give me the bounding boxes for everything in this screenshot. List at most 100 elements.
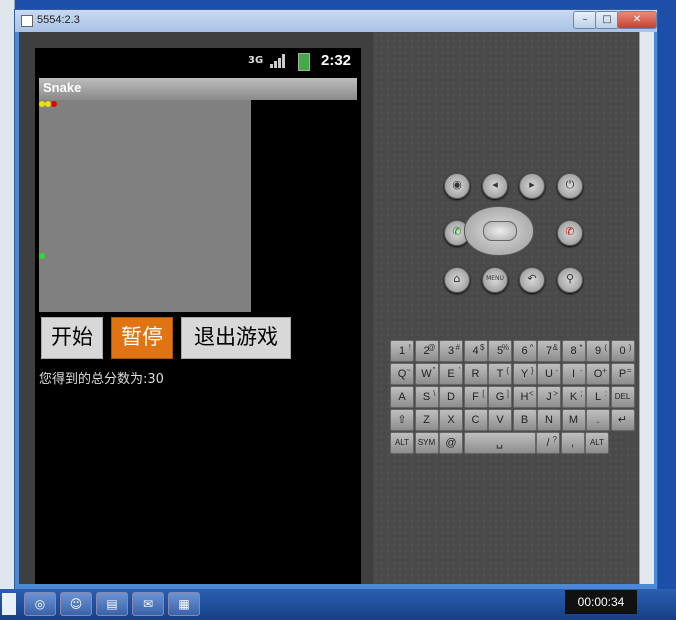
key-row1-8[interactable]: 9( bbox=[586, 340, 610, 362]
key-alt-label: - bbox=[579, 366, 583, 375]
key-row1-9[interactable]: 0) bbox=[610, 340, 635, 362]
taskbar-app-1[interactable]: ◎ bbox=[24, 592, 56, 616]
search-button[interactable]: ⚲ bbox=[557, 267, 583, 293]
video-timestamp: 00:00:34 bbox=[565, 590, 637, 614]
dpad[interactable] bbox=[464, 206, 534, 256]
key-row2-9[interactable]: P = bbox=[610, 363, 635, 385]
key-row2-2[interactable]: E ' bbox=[439, 363, 463, 385]
key-alt-label: & bbox=[552, 343, 558, 352]
key-row1-6[interactable]: 7 & bbox=[537, 340, 561, 362]
signal-icon bbox=[270, 54, 288, 68]
key-row1-2[interactable]: 3 # bbox=[439, 340, 463, 362]
start-button[interactable]: 开始 bbox=[41, 317, 103, 359]
key-alt-label: [ bbox=[482, 389, 485, 398]
key-row2-4[interactable]: T{ bbox=[488, 363, 512, 385]
key-row4-2[interactable]: X bbox=[439, 409, 463, 431]
key-row4-6[interactable]: N bbox=[537, 409, 561, 431]
key-alt-label: } bbox=[530, 366, 534, 375]
pause-button[interactable]: 暂停 bbox=[111, 317, 173, 359]
key-alt-label: ^ bbox=[529, 343, 534, 352]
taskbar-app-4[interactable]: ✉ bbox=[132, 592, 164, 616]
key-row3-4[interactable]: G] bbox=[488, 386, 512, 408]
window-title: 5554:2.3 bbox=[37, 14, 80, 26]
key-row4-4[interactable]: V bbox=[488, 409, 512, 431]
maximize-button[interactable]: □ bbox=[595, 11, 619, 29]
key-alt-label: \ bbox=[433, 389, 436, 398]
window-titlebar: 5554:2.3 – □ ✕ bbox=[15, 10, 657, 32]
power-button[interactable]: ⏻ bbox=[557, 173, 583, 199]
key-row2-6[interactable]: U- bbox=[537, 363, 561, 385]
key-row5-4[interactable]: /? bbox=[536, 432, 560, 454]
key-row3-1[interactable]: S \ bbox=[414, 386, 439, 408]
taskbar-app-3[interactable]: ▤ bbox=[96, 592, 128, 616]
key-row1-0[interactable]: 1! bbox=[390, 340, 414, 362]
key-row2-3[interactable]: R bbox=[463, 363, 488, 385]
key-alt-label: : bbox=[604, 389, 607, 398]
app-title: Snake bbox=[43, 80, 82, 95]
quit-game-button[interactable]: 退出游戏 bbox=[181, 317, 291, 359]
key-row5-5[interactable]: , bbox=[560, 432, 585, 454]
status-bar: 3G 2:32 bbox=[35, 48, 361, 74]
taskbar-app-2[interactable]: ☺ bbox=[60, 592, 92, 616]
key-row3-2[interactable]: D bbox=[439, 386, 463, 408]
key-row3-9[interactable]: DEL bbox=[610, 386, 635, 408]
key-row3-8[interactable]: L: bbox=[586, 386, 610, 408]
key-row2-0[interactable]: Q ~ bbox=[390, 363, 414, 385]
key-row3-3[interactable]: F[ bbox=[463, 386, 488, 408]
taskbar-app-5[interactable]: ▦ bbox=[168, 592, 200, 616]
start-button-edge[interactable] bbox=[2, 593, 16, 615]
key-row3-7[interactable]: K; bbox=[561, 386, 586, 408]
key-alt-label: ( bbox=[604, 343, 607, 352]
key-alt-label: @ bbox=[427, 343, 436, 352]
key-row2-7[interactable]: I- bbox=[561, 363, 586, 385]
key-row1-5[interactable]: 6 ^ bbox=[512, 340, 537, 362]
key-row1-1[interactable]: 2 @ bbox=[414, 340, 439, 362]
battery-icon bbox=[298, 53, 310, 71]
key-row2-1[interactable]: W " bbox=[414, 363, 439, 385]
key-row5-1[interactable]: SYM bbox=[414, 432, 439, 454]
volume-down-button[interactable]: ◂ bbox=[482, 173, 508, 199]
home-button[interactable]: ⌂ bbox=[444, 267, 470, 293]
key-row1-7[interactable]: 8 * bbox=[561, 340, 586, 362]
game-board[interactable] bbox=[39, 100, 251, 312]
key-alt-label: { bbox=[506, 366, 509, 375]
close-button[interactable]: ✕ bbox=[617, 11, 657, 29]
key-row4-9[interactable]: ↵ bbox=[610, 409, 635, 431]
key-alt-label: $ bbox=[480, 343, 485, 352]
key-alt-label: * bbox=[579, 343, 583, 352]
key-row4-0[interactable]: ⇧ bbox=[390, 409, 414, 431]
key-row4-8[interactable]: . bbox=[586, 409, 610, 431]
key-row3-5[interactable]: H < bbox=[512, 386, 537, 408]
minimize-button[interactable]: – bbox=[573, 11, 597, 29]
key-row3-6[interactable]: J > bbox=[537, 386, 561, 408]
key-row4-5[interactable]: B bbox=[512, 409, 537, 431]
key-row1-4[interactable]: 5% bbox=[488, 340, 512, 362]
camera-button[interactable]: ◉ bbox=[444, 173, 470, 199]
key-row4-1[interactable]: Z bbox=[414, 409, 439, 431]
dpad-center-button[interactable] bbox=[483, 221, 517, 241]
volume-up-button[interactable]: ▸ bbox=[519, 173, 545, 199]
back-button[interactable]: ↶ bbox=[519, 267, 545, 293]
key-row5-2[interactable]: @ bbox=[439, 432, 463, 454]
key-row5-6[interactable]: ALT bbox=[585, 432, 609, 454]
key-row2-8[interactable]: O + bbox=[586, 363, 610, 385]
key-row1-3[interactable]: 4 $ bbox=[463, 340, 488, 362]
key-alt-label: ) bbox=[628, 343, 632, 352]
score-label: 您得到的总分数为:30 bbox=[39, 372, 164, 387]
key-alt-label: ? bbox=[552, 435, 557, 444]
key-row4-7[interactable]: M bbox=[561, 409, 586, 431]
window-icon bbox=[21, 15, 33, 27]
desktop-side-strip bbox=[0, 0, 15, 590]
key-row2-5[interactable]: Y} bbox=[512, 363, 537, 385]
key-alt-label: # bbox=[455, 343, 460, 352]
key-alt-label: % bbox=[501, 343, 509, 352]
key-alt-label: ! bbox=[408, 343, 411, 352]
key-row5-3[interactable]: ␣ bbox=[463, 432, 536, 454]
key-row4-3[interactable]: C bbox=[463, 409, 488, 431]
key-alt-label: - bbox=[555, 366, 558, 375]
key-alt-label: ; bbox=[580, 389, 583, 398]
menu-button[interactable]: MENU bbox=[482, 267, 508, 293]
key-row5-0[interactable]: ALT bbox=[390, 432, 414, 454]
end-call-button[interactable]: ✆ bbox=[557, 220, 583, 246]
key-row3-0[interactable]: A bbox=[390, 386, 414, 408]
